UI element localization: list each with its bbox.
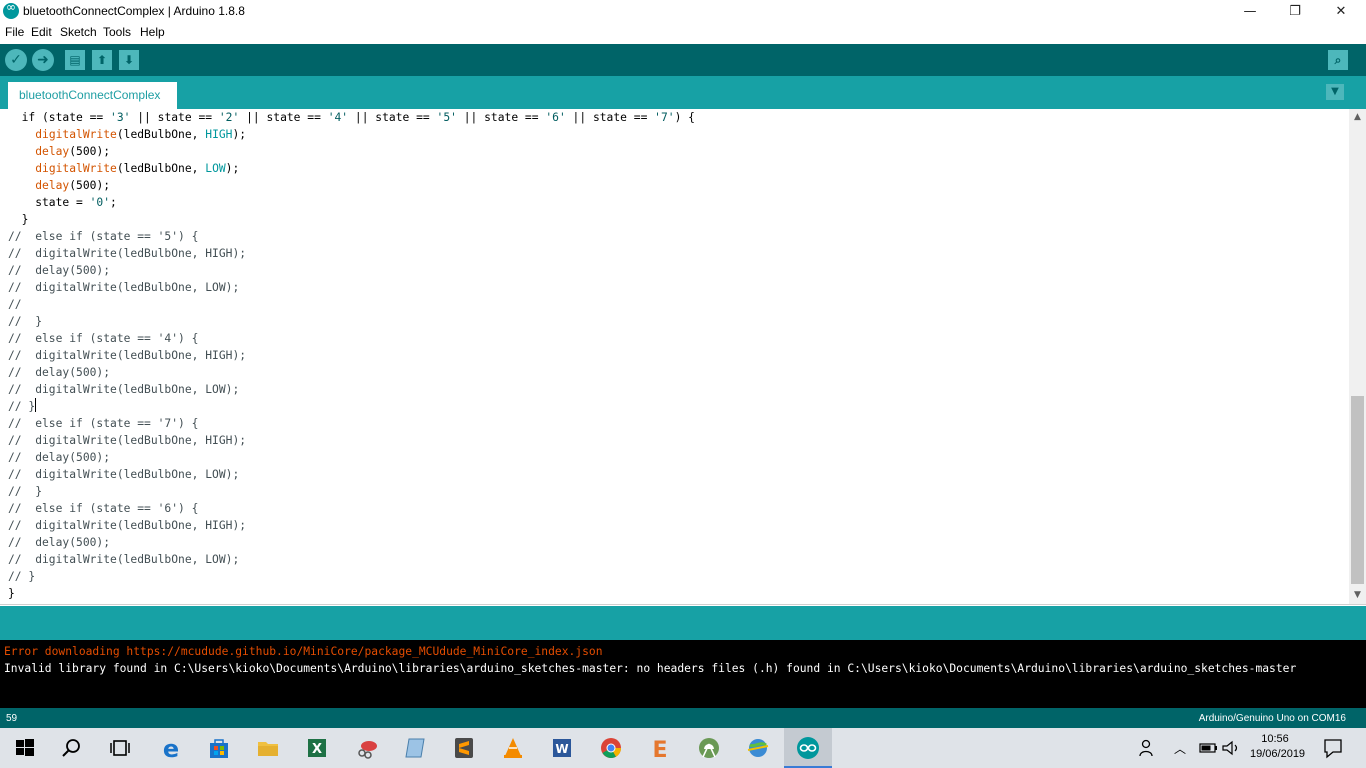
tab-bluetoothconnectcomplex[interactable]: bluetoothConnectComplex	[8, 82, 177, 109]
close-button[interactable]: ✕	[1318, 0, 1364, 23]
clock-date: 19/06/2019	[1250, 748, 1306, 760]
chrome-icon[interactable]	[599, 736, 623, 760]
arduino-app-icon	[3, 0, 19, 19]
snipping-tool-icon[interactable]	[355, 736, 379, 760]
code-line: if (state == '3' || state == '2' || stat…	[8, 111, 695, 124]
code-line: // }	[8, 485, 43, 498]
code-line: // digitalWrite(ledBulbOne, HIGH);	[8, 247, 247, 260]
board-info: Arduino/Genuino Uno on COM16	[1198, 713, 1346, 724]
code-line: // }	[8, 570, 36, 583]
title-bar: bluetoothConnectComplex | Arduino 1.8.8 …	[0, 0, 1366, 23]
arduino-taskbar-active[interactable]	[784, 728, 832, 768]
tray-chevron-up-icon[interactable]: ︿	[1174, 740, 1186, 768]
code-line: }	[8, 587, 15, 600]
search-icon[interactable]	[60, 736, 84, 760]
excel-icon[interactable]: X	[305, 736, 329, 760]
menu-help[interactable]: Help	[140, 25, 165, 39]
code-line: //	[8, 298, 22, 311]
line-number: 59	[6, 713, 18, 724]
start-icon[interactable]	[13, 736, 37, 760]
people-icon[interactable]	[1136, 736, 1160, 760]
menu-bar: File Edit Sketch Tools Help	[0, 23, 1366, 43]
console-output: Error downloading https://mcudude.github…	[0, 640, 1366, 708]
svg-text:W: W	[555, 742, 568, 756]
tab-menu-chevron-down-icon[interactable]: ▼	[1326, 84, 1344, 100]
new-icon[interactable]: ▤	[65, 50, 85, 70]
toolbar: ✓ ➜ ▤ ⬆ ⬇ ⌕	[0, 44, 1366, 76]
e-app-icon[interactable]: E	[648, 736, 672, 760]
code-line: // digitalWrite(ledBulbOne, LOW);	[8, 468, 240, 481]
code-line: // }	[8, 315, 43, 328]
console-message-line: Invalid library found in C:\Users\kioko\…	[4, 662, 1297, 675]
save-icon[interactable]: ⬇	[119, 50, 139, 70]
taskbar: e X W E ︿ 10:56 19/06/2019	[0, 728, 1366, 768]
word-icon[interactable]: W	[550, 736, 574, 760]
code-lines: if (state == '3' || state == '2' || stat…	[8, 109, 695, 602]
svg-text:E: E	[652, 738, 667, 760]
battery-icon[interactable]	[1196, 736, 1220, 760]
scroll-down-icon[interactable]: ▼	[1349, 587, 1366, 604]
file-explorer-icon[interactable]	[256, 736, 280, 760]
status-band	[0, 606, 1366, 640]
menu-file[interactable]: File	[5, 25, 24, 39]
notes-icon[interactable]	[403, 736, 427, 760]
scrollbar-thumb[interactable]	[1351, 396, 1364, 584]
android-studio-icon[interactable]	[697, 736, 721, 760]
open-icon[interactable]: ⬆	[92, 50, 112, 70]
code-line: // }	[8, 398, 37, 413]
menu-sketch[interactable]: Sketch	[60, 25, 97, 39]
minimize-button[interactable]: —	[1227, 0, 1273, 23]
vertical-scrollbar[interactable]: ▲ ▼	[1349, 109, 1366, 604]
code-line: // else if (state == '5') {	[8, 230, 199, 243]
code-line: // delay(500);	[8, 366, 111, 379]
upload-icon[interactable]: ➜	[32, 49, 54, 71]
code-line: // delay(500);	[8, 536, 111, 549]
tab-bar: bluetoothConnectComplex ▼	[0, 76, 1366, 109]
code-line: // digitalWrite(ledBulbOne, HIGH);	[8, 434, 247, 447]
menu-edit[interactable]: Edit	[31, 25, 52, 39]
code-line: // delay(500);	[8, 264, 111, 277]
clock[interactable]: 10:56 19/06/2019	[1250, 732, 1306, 768]
code-line: // else if (state == '6') {	[8, 502, 199, 515]
task-view-icon[interactable]	[108, 736, 132, 760]
arduino-icon	[797, 737, 819, 759]
code-line: // else if (state == '4') {	[8, 332, 199, 345]
code-line: digitalWrite(ledBulbOne, LOW);	[35, 162, 240, 175]
code-line: }	[8, 213, 29, 226]
code-line: // delay(500);	[8, 451, 111, 464]
edge-icon[interactable]: e	[159, 736, 183, 760]
code-line: // digitalWrite(ledBulbOne, HIGH);	[8, 349, 247, 362]
menu-tools[interactable]: Tools	[103, 25, 131, 39]
code-line: digitalWrite(ledBulbOne, HIGH);	[35, 128, 247, 141]
code-line: // digitalWrite(ledBulbOne, LOW);	[8, 281, 240, 294]
code-line: delay(500);	[35, 179, 111, 192]
code-line: // else if (state == '7') {	[8, 417, 199, 430]
svg-text:e: e	[163, 736, 179, 760]
globe-app-icon[interactable]	[746, 736, 770, 760]
console-error-line: Error downloading https://mcudude.github…	[4, 645, 603, 658]
code-line: // digitalWrite(ledBulbOne, HIGH);	[8, 519, 247, 532]
notification-icon[interactable]	[1321, 736, 1345, 760]
serial-monitor-icon[interactable]: ⌕	[1328, 50, 1348, 70]
scroll-up-icon[interactable]: ▲	[1349, 109, 1366, 126]
code-line: // digitalWrite(ledBulbOne, LOW);	[8, 553, 240, 566]
text-caret	[35, 398, 37, 412]
clock-time: 10:56	[1261, 733, 1289, 745]
window-title: bluetoothConnectComplex | Arduino 1.8.8	[23, 4, 245, 18]
code-editor[interactable]: if (state == '3' || state == '2' || stat…	[0, 109, 1366, 605]
code-line: state = '0';	[8, 196, 117, 209]
code-line: delay(500);	[35, 145, 111, 158]
maximize-button[interactable]: ❐	[1272, 0, 1318, 23]
sublime-text-icon[interactable]	[452, 736, 476, 760]
store-icon[interactable]	[207, 736, 231, 760]
volume-icon[interactable]	[1219, 736, 1243, 760]
svg-text:X: X	[312, 742, 322, 757]
verify-icon[interactable]: ✓	[5, 49, 27, 71]
vlc-icon[interactable]	[501, 736, 525, 760]
code-line: // digitalWrite(ledBulbOne, LOW);	[8, 383, 240, 396]
bottom-status-bar: 59 Arduino/Genuino Uno on COM16	[0, 708, 1366, 728]
